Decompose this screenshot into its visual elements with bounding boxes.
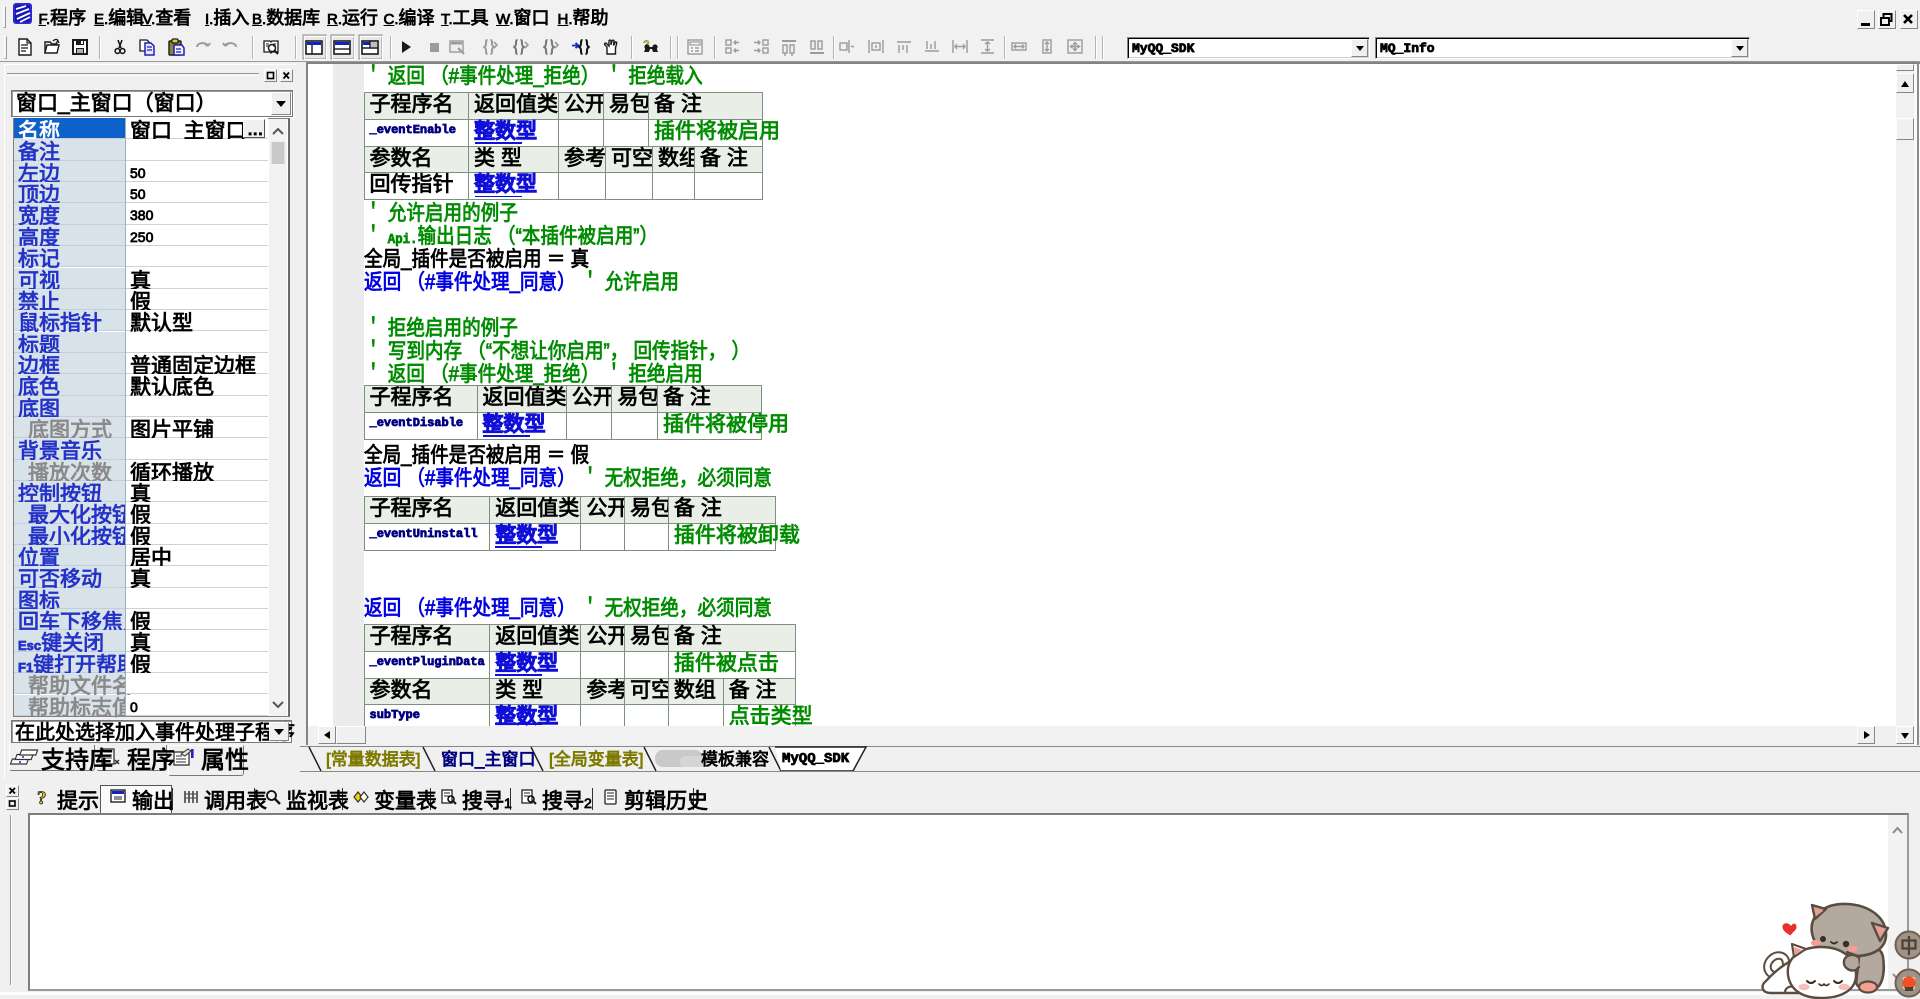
svg-text:?: ?	[37, 788, 47, 809]
